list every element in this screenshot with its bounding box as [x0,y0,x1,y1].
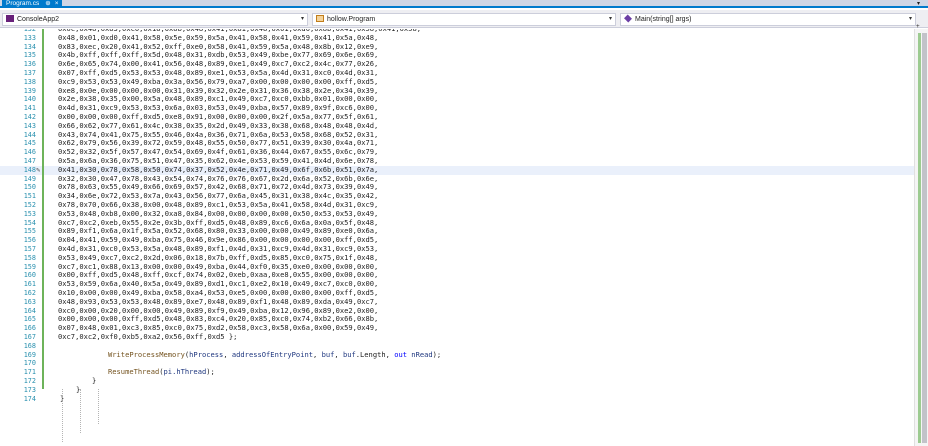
code-line[interactable]: 172} [0,376,914,386]
punctuation: , [385,349,395,359]
code-text: WriteProcessMemory(hProcess, addressOfEn… [108,349,442,360]
line-number: 143 [23,121,36,130]
line-number: 161 [23,280,36,289]
method-name: WriteProcessMemory [108,349,185,359]
tab-title: Program.cs [6,0,40,7]
line-number: 141 [23,104,36,113]
punctuation: , [313,349,322,359]
csharp-project-icon [6,15,14,22]
line-number: 162 [23,289,36,297]
line-number: 135 [23,51,36,60]
line-number: 170 [23,359,36,368]
vertical-scrollbar[interactable] [914,29,928,446]
line-number: 145 [23,139,36,148]
line-number: 155 [23,227,36,236]
argument: buf [342,349,356,359]
indent-guide [80,389,81,433]
code-line[interactable]: 174} [0,394,914,404]
project-name: ConsoleApp2 [17,16,60,23]
punctuation: ); [432,349,442,359]
tab-list-dropdown-icon[interactable]: ▾ [917,0,920,8]
line-number: 160 [23,271,36,280]
indent-guide [98,389,99,424]
line-number: 138 [23,77,36,86]
scrollbar-thumb[interactable] [922,33,927,443]
member-dropdown[interactable]: Main(string[] args) ▾ [620,13,916,26]
code-line[interactable]: 173} [0,385,914,395]
argument: addressOfEntryPoint [231,349,314,359]
code-line[interactable]: 171 ResumeThread(pi.hThread); [0,367,914,377]
line-number: 137 [23,69,36,77]
argument: pi.hThread [163,367,207,377]
punctuation: , [334,349,343,359]
tab-program-cs[interactable]: Program.cs ⊕ × [2,0,63,8]
line-number: 173 [23,385,36,394]
line-number: 146 [23,148,36,157]
line-number: 151 [23,192,36,201]
line-number: 157 [23,245,36,253]
method-icon [624,14,632,23]
chevron-down-icon: ▾ [608,16,612,22]
navigation-bar: ConsoleApp2 ▾ hollow.Program ▾ Main(stri… [0,10,928,30]
line-number: 136 [23,60,36,69]
line-number: 164 [23,306,36,315]
line-number: 171 [23,368,36,377]
code-text: } [92,376,97,385]
indent-guide [62,389,63,442]
line-number: 172 [23,377,36,385]
line-number: 144 [23,130,36,139]
line-number: 163 [23,297,36,306]
line-number: 159 [23,262,36,271]
class-icon [316,15,324,22]
punctuation: , [223,349,232,359]
line-number: 158 [23,253,36,262]
line-number: 174 [23,394,36,403]
pin-icon[interactable]: ⊕ [45,0,50,7]
line-number: 166 [23,324,36,333]
line-number: 142 [23,113,36,121]
line-number: 148 [23,165,36,174]
line-number: 140 [23,95,36,104]
chevron-down-icon: ▾ [300,16,304,22]
code-editor[interactable]: 1320x0c,0x48,0x83,0xc0,0x18,0x8b,0x48,0x… [0,29,914,446]
line-number: 147 [23,157,36,165]
line-number: 156 [23,236,36,245]
code-line[interactable]: 169 WriteProcessMemory(hProcess, addressO… [0,349,914,360]
chevron-down-icon: ▾ [908,16,912,22]
argument: hProcess [189,349,224,359]
member-access: .Length [355,349,386,359]
line-number: 134 [23,42,36,51]
scrollbar-change-marks [918,33,921,443]
line-number: 149 [23,174,36,183]
change-indicator-bar [42,29,44,389]
document-tab-strip: Program.cs ⊕ × ▾ [0,0,928,8]
line-number: 154 [23,218,36,227]
class-name: hollow.Program [327,16,376,23]
code-line[interactable]: 167 0xc7,0xc2,0xf0,0xb5,0xa2,0x56,0xff,0x… [0,332,914,342]
line-number: 168 [23,341,36,350]
code-text: ResumeThread(pi.hThread); [108,367,215,377]
close-icon[interactable]: × [55,0,59,7]
argument: nRead [411,349,433,359]
line-number: 167 [23,333,36,341]
punctuation: ); [206,367,215,377]
line-number: 152 [23,201,36,209]
line-number: 153 [23,209,36,218]
member-name: Main(string[] args) [635,16,692,23]
line-number: 139 [23,86,36,95]
keyword: out [394,349,408,359]
line-number: 133 [23,33,36,42]
line-number: 165 [23,315,36,324]
class-dropdown[interactable]: hollow.Program ▾ [312,13,616,26]
argument: buf [321,349,335,359]
project-dropdown[interactable]: ConsoleApp2 ▾ [2,13,308,26]
method-name: ResumeThread [108,367,160,377]
edit-marker-icon: ✎ [36,165,41,174]
line-number: 169 [23,350,36,359]
line-number: 150 [23,183,36,192]
code-text: 0xc7,0xc2,0xf0,0xb5,0xa2,0x56,0xff,0xd5 … [58,332,238,341]
